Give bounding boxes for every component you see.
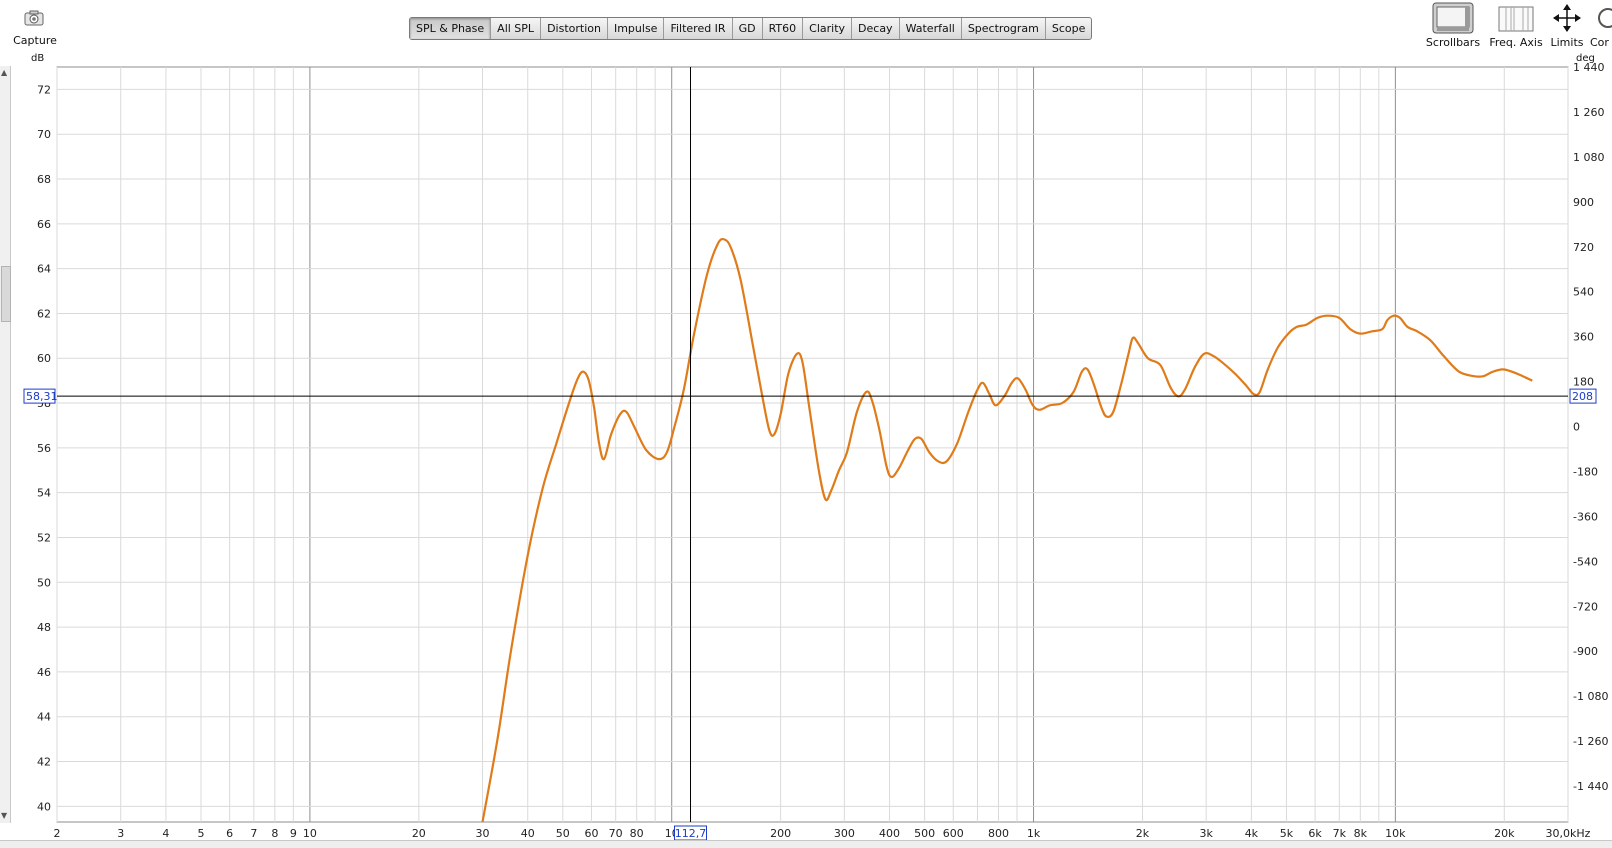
cursor-freq-readout: 112,7 — [675, 827, 707, 840]
cursor-spl-readout: 58,31 — [26, 390, 58, 403]
x-tick-label: 300 — [834, 827, 855, 840]
y2-tick-label: 1 080 — [1573, 151, 1605, 164]
y-tick-label: 60 — [37, 352, 51, 365]
x-tick-label: 2 — [54, 827, 61, 840]
y2-tick-label: -180 — [1573, 465, 1598, 478]
x-tick-label: 3 — [117, 827, 124, 840]
x-tick-label: 7 — [250, 827, 257, 840]
x-tick-label: 10 — [303, 827, 317, 840]
x-tick-label: 500 — [914, 827, 935, 840]
y2-tick-label: 0 — [1573, 421, 1580, 434]
y-tick-label: 64 — [37, 263, 51, 276]
y2-tick-label: 1 260 — [1573, 106, 1605, 119]
x-tick-label: 40 — [521, 827, 535, 840]
x-tick-label: 6k — [1308, 827, 1322, 840]
y-tick-label: 70 — [37, 128, 51, 141]
x-tick-label: 30 — [476, 827, 490, 840]
y-tick-label: 72 — [37, 83, 51, 96]
x-tick-label: 200 — [770, 827, 791, 840]
y2-tick-label: -1 260 — [1573, 735, 1608, 748]
y-tick-label: 46 — [37, 666, 51, 679]
plot-area[interactable] — [56, 66, 1569, 823]
y2-tick-label: -1 440 — [1573, 780, 1608, 793]
x-tick-label: 6 — [226, 827, 233, 840]
y2-tick-label: -360 — [1573, 510, 1598, 523]
x-tick-label: 10k — [1385, 827, 1406, 840]
x-tick-label: 80 — [630, 827, 644, 840]
y2-tick-label: 720 — [1573, 241, 1594, 254]
x-tick-label: 8k — [1354, 827, 1368, 840]
cursor-phase-readout: 208 — [1572, 390, 1593, 403]
y-tick-label: 50 — [37, 576, 51, 589]
y-tick-label: 54 — [37, 487, 51, 500]
x-tick-label: 2k — [1136, 827, 1150, 840]
y2-tick-label: 360 — [1573, 331, 1594, 344]
y-tick-label: 52 — [37, 531, 51, 544]
x-tick-label: 5k — [1280, 827, 1294, 840]
x-tick-label: 8 — [271, 827, 278, 840]
x-tick-label: 400 — [879, 827, 900, 840]
y-tick-label: 44 — [37, 711, 51, 724]
x-tick-label: 30,0kHz — [1546, 827, 1591, 840]
x-tick-label: 60 — [584, 827, 598, 840]
y2-tick-label: -720 — [1573, 600, 1598, 613]
y2-tick-label: 540 — [1573, 286, 1594, 299]
x-tick-label: 20 — [412, 827, 426, 840]
x-tick-label: 1k — [1027, 827, 1041, 840]
x-tick-label: 3k — [1199, 827, 1213, 840]
y-tick-label: 48 — [37, 621, 51, 634]
y-tick-label: 62 — [37, 307, 51, 320]
y2-tick-label: 180 — [1573, 376, 1594, 389]
x-tick-label: 50 — [556, 827, 570, 840]
x-tick-label: 20k — [1494, 827, 1515, 840]
y2-tick-label: 900 — [1573, 196, 1594, 209]
y2-tick-label: -1 080 — [1573, 690, 1608, 703]
x-tick-label: 7k — [1333, 827, 1347, 840]
x-tick-label: 4 — [162, 827, 169, 840]
y-tick-label: 40 — [37, 800, 51, 813]
y-tick-label: 56 — [37, 442, 51, 455]
x-tick-label: 5 — [197, 827, 204, 840]
y2-tick-label: 1 440 — [1573, 61, 1605, 74]
y2-tick-label: -900 — [1573, 645, 1598, 658]
y-tick-label: 68 — [37, 173, 51, 186]
x-tick-label: 70 — [609, 827, 623, 840]
y-tick-label: 42 — [37, 756, 51, 769]
x-tick-label: 9 — [290, 827, 297, 840]
y2-tick-label: -540 — [1573, 555, 1598, 568]
x-tick-label: 600 — [943, 827, 964, 840]
y-tick-label: 66 — [37, 218, 51, 231]
x-tick-label: 800 — [988, 827, 1009, 840]
spl-phase-graph[interactable]: 72706866646260585654525048464442401 4401… — [0, 0, 1612, 847]
x-tick-label: 4k — [1245, 827, 1259, 840]
